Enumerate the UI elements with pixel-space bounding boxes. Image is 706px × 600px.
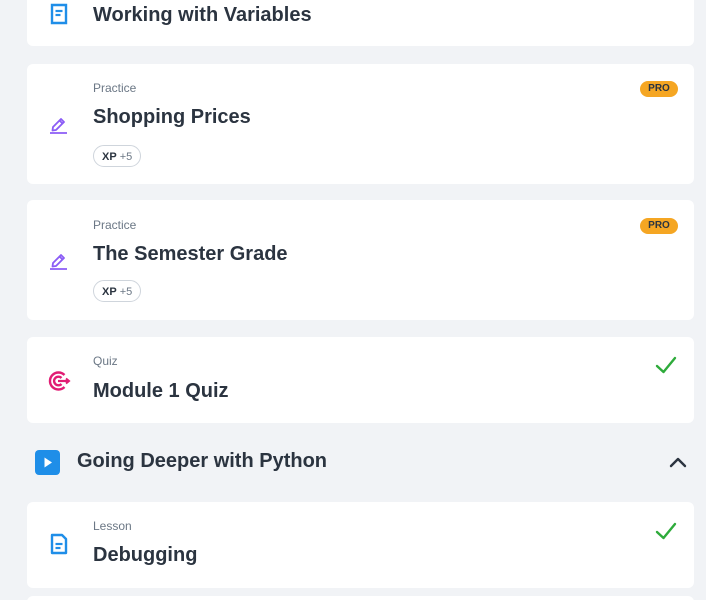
card-type-label: Quiz	[93, 354, 118, 368]
practice-card-semester-grade[interactable]: Practice The Semester Grade XP +5 PRO	[27, 200, 694, 320]
card-type-label: Lesson	[93, 519, 132, 533]
card-type-label: Practice	[93, 81, 137, 95]
practice-card-shopping-prices[interactable]: Practice Shopping Prices XP +5 PRO	[27, 64, 694, 184]
practice-title: Shopping Prices	[93, 106, 251, 128]
check-icon	[655, 354, 677, 376]
section-header-going-deeper[interactable]: Going Deeper with Python	[27, 438, 694, 486]
xp-reward-pill: XP +5	[93, 145, 142, 167]
course-module-list: Working with Variables Practice Shopping…	[0, 0, 706, 600]
chevron-up-icon[interactable]	[668, 452, 688, 472]
quiz-card-module-1[interactable]: Quiz Module 1 Quiz	[27, 337, 694, 423]
lesson-title: Debugging	[93, 544, 198, 566]
lesson-card-debugging[interactable]: Lesson Debugging	[27, 502, 694, 588]
section-title: Going Deeper with Python	[77, 450, 328, 472]
next-card[interactable]	[27, 596, 694, 600]
lesson-icon	[47, 3, 71, 27]
lesson-card-working-with-variables[interactable]: Working with Variables	[27, 0, 694, 46]
check-icon	[655, 520, 677, 542]
pro-badge: PRO	[640, 81, 678, 97]
play-icon	[35, 450, 60, 475]
practice-icon	[47, 112, 71, 136]
pro-badge: PRO	[640, 218, 678, 234]
xp-reward-pill: XP +5	[93, 280, 142, 302]
quiz-target-icon	[47, 369, 71, 393]
card-type-label: Practice	[93, 218, 137, 232]
quiz-title: Module 1 Quiz	[93, 380, 229, 402]
practice-icon	[47, 248, 71, 272]
practice-title: The Semester Grade	[93, 243, 288, 265]
lesson-icon	[47, 533, 71, 557]
lesson-title: Working with Variables	[93, 4, 312, 26]
